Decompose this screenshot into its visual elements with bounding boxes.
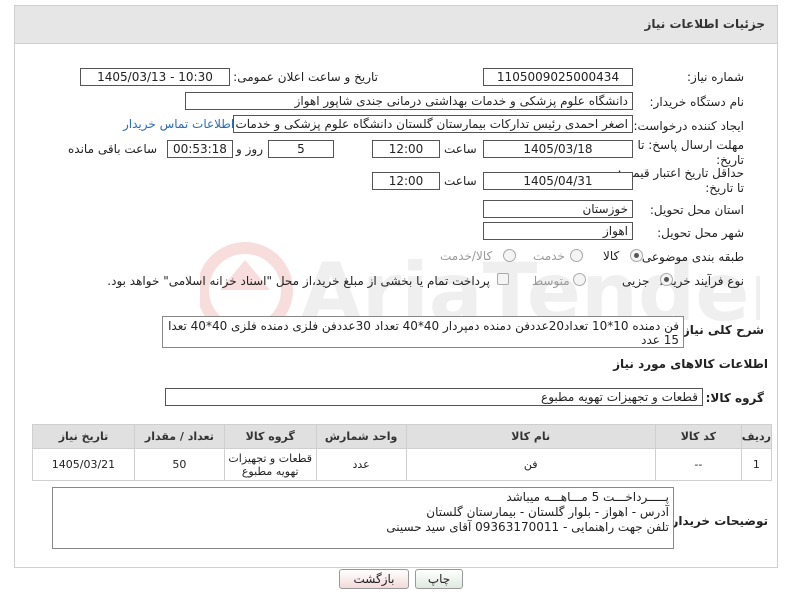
description-label: شرح کلی نیاز: — [678, 323, 764, 337]
announce-datetime-field: 1405/03/13 - 10:30 — [80, 68, 230, 86]
process-radio-minor[interactable] — [660, 273, 673, 286]
col-header-index: ردیف — [740, 424, 773, 449]
announce-datetime-label: تاریخ و ساعت اعلان عمومی: — [233, 70, 378, 84]
cell-code: -- — [654, 448, 742, 481]
province-label: استان محل تحویل: — [649, 203, 744, 217]
category-radio-goods[interactable] — [630, 249, 643, 262]
back-button[interactable]: بازگشت — [339, 569, 409, 589]
col-header-qty: تعداد / مقدار — [133, 424, 225, 449]
col-header-name: نام کالا — [405, 424, 656, 449]
need-number-label: شماره نیاز: — [687, 70, 744, 84]
items-table: ردیف کد کالا نام کالا واحد شمارش گروه کا… — [32, 424, 773, 481]
treasury-payment-checkbox[interactable] — [497, 273, 509, 285]
process-option-minor: جزیی — [622, 274, 650, 288]
reply-deadline-label: مهلت ارسال پاسخ: تا تاریخ: — [637, 138, 744, 167]
cell-qty: 50 — [133, 448, 225, 481]
table-header-row: ردیف کد کالا نام کالا واحد شمارش گروه کا… — [32, 424, 773, 449]
page: جزئیات اطلاعات نیاز AriaTender.net شماره… — [0, 0, 788, 606]
table-row: 1 -- فن عدد قطعات و تجهیزات تهویه مطبوع … — [32, 448, 773, 481]
goods-info-title: اطلاعات کالاهای مورد نیاز — [613, 357, 768, 371]
process-option-medium: متوسط — [532, 274, 570, 288]
col-header-code: کد کالا — [654, 424, 742, 449]
col-header-date: تاریخ نیاز — [32, 424, 135, 449]
need-number-field: 1105009025000434 — [483, 68, 633, 86]
city-field: اهواز — [483, 222, 633, 240]
col-header-unit: واحد شمارش — [315, 424, 407, 449]
cell-unit: عدد — [315, 448, 407, 481]
remaining-time-label: ساعت باقی مانده — [68, 142, 158, 156]
goods-group-label: گروه کالا: — [705, 391, 764, 405]
description-text: فن دمنده 10*10 تعداد20عددفن دمنده دمپردا… — [168, 319, 679, 347]
requester-label: ایجاد کننده درخواست: — [633, 119, 744, 133]
buyer-notes-line-3: تلفن جهت راهنمایی - 09363170011 آقای سید… — [386, 520, 669, 534]
category-option-both: کالا/خدمت — [440, 249, 493, 263]
buyer-org-label: نام دستگاه خریدار: — [649, 95, 745, 109]
panel-header: جزئیات اطلاعات نیاز — [15, 6, 777, 44]
reply-deadline-time: 12:00 — [372, 140, 440, 158]
goods-group-field: قطعات و تجهیزات تهویه مطبوع — [165, 388, 703, 406]
price-validity-time: 12:00 — [372, 172, 440, 190]
reply-time-label: ساعت — [444, 142, 477, 156]
category-label: طبقه بندی موضوعی: — [637, 250, 744, 264]
buyer-notes-textarea: پـــــرداخـــت 5 مـــاهـــه میباشد آدرس … — [52, 487, 674, 549]
reply-days-label: روز و — [236, 142, 263, 156]
buyer-notes-line-1: پـــــرداخـــت 5 مـــاهـــه میباشد — [506, 490, 669, 504]
cell-name: فن — [405, 448, 656, 481]
price-time-label: ساعت — [444, 174, 477, 188]
panel-title: جزئیات اطلاعات نیاز — [644, 17, 765, 31]
category-radio-service[interactable] — [570, 249, 583, 262]
buyer-notes-label: توضیحات خریدار: — [666, 514, 768, 528]
buyer-contact-link[interactable]: اطلاعات تماس خریدار — [123, 117, 234, 131]
buyer-org-field: دانشگاه علوم پزشکی و خدمات بهداشتی درمان… — [185, 92, 633, 110]
buyer-notes-line-2: آدرس - اهواز - بلوار گلستان - بیمارستان … — [426, 505, 669, 519]
category-radio-both[interactable] — [503, 249, 516, 262]
remaining-time-field: 00:53:18 — [167, 140, 233, 158]
process-radio-medium[interactable] — [573, 273, 586, 286]
cell-group: قطعات و تجهیزات تهویه مطبوع — [223, 448, 317, 481]
province-field: خوزستان — [483, 200, 633, 218]
cell-index: 1 — [740, 448, 773, 481]
cell-date: 1405/03/21 — [32, 448, 135, 481]
requester-field: اصغر احمدی رئیس تدارکات بیمارستان گلستان… — [233, 115, 633, 133]
reply-deadline-date: 1405/03/18 — [483, 140, 633, 158]
description-textarea: فن دمنده 10*10 تعداد20عددفن دمنده دمپردا… — [162, 316, 684, 348]
category-option-goods: کالا — [603, 249, 620, 263]
col-header-group: گروه کالا — [223, 424, 317, 449]
category-option-service: خدمت — [533, 249, 565, 263]
print-button[interactable]: چاپ — [415, 569, 463, 589]
treasury-payment-note: پرداخت تمام یا بخشی از مبلغ خرید،از محل … — [107, 274, 490, 288]
price-validity-date: 1405/04/31 — [483, 172, 633, 190]
reply-days-field: 5 — [268, 140, 334, 158]
price-validity-label: حداقل تاریخ اعتبار قیمت: تا تاریخ: — [617, 166, 744, 195]
city-label: شهر محل تحویل: — [657, 226, 744, 240]
